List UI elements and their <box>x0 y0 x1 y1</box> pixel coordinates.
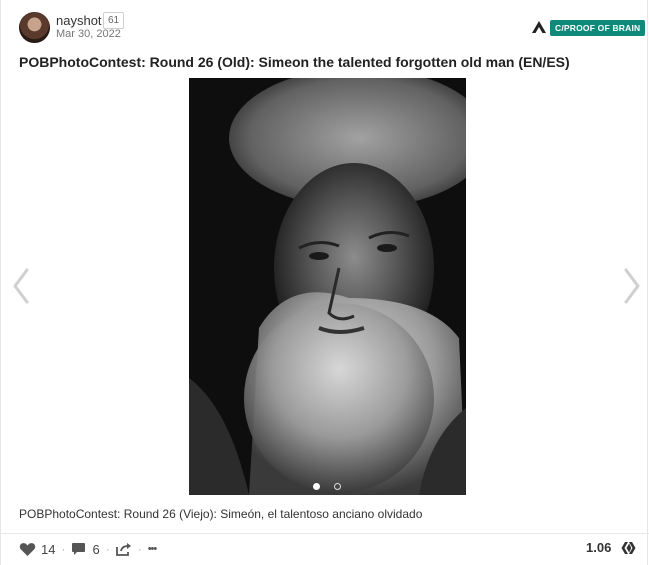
reblog-button[interactable] <box>115 542 132 556</box>
comment-count[interactable]: 6 <box>92 542 99 557</box>
chevron-right-icon[interactable] <box>620 266 644 306</box>
upvote-button[interactable] <box>19 542 36 557</box>
heart-icon <box>19 542 36 556</box>
community-logo-icon[interactable] <box>531 20 547 34</box>
post-summary[interactable]: POBPhotoContest: Round 26 (Viejo): Simeó… <box>19 507 422 521</box>
community-badge[interactable]: C/PROOF OF BRAIN <box>550 20 646 36</box>
separator: · <box>137 542 142 556</box>
more-options-button[interactable]: ••• <box>148 543 158 555</box>
reputation-badge: 61 <box>103 12 125 29</box>
avatar[interactable] <box>19 12 50 43</box>
carousel-dot-2[interactable] <box>334 483 341 490</box>
reblog-icon <box>115 543 131 556</box>
hive-icon <box>621 542 636 554</box>
chevron-left-icon[interactable] <box>9 266 33 306</box>
post-title[interactable]: POBPhotoContest: Round 26 (Old): Simeon … <box>19 54 570 70</box>
author-name[interactable]: nayshot <box>56 13 102 28</box>
post-date[interactable]: Mar 30, 2022 <box>56 28 121 40</box>
portrait-photo <box>189 78 466 495</box>
comment-icon <box>72 543 86 555</box>
carousel-dot-1[interactable] <box>313 483 320 490</box>
post-card: nayshot 61 Mar 30, 2022 C/PROOF OF BRAIN… <box>0 0 649 565</box>
separator: · <box>105 542 110 556</box>
post-actions: 14 · 6 · · ••• <box>19 540 158 558</box>
separator: · <box>61 542 66 556</box>
post-image[interactable] <box>189 78 466 495</box>
divider <box>1 533 649 534</box>
comments-button[interactable] <box>71 542 86 556</box>
vote-count[interactable]: 14 <box>41 542 55 557</box>
payout-value[interactable]: 1.06 <box>586 540 611 555</box>
